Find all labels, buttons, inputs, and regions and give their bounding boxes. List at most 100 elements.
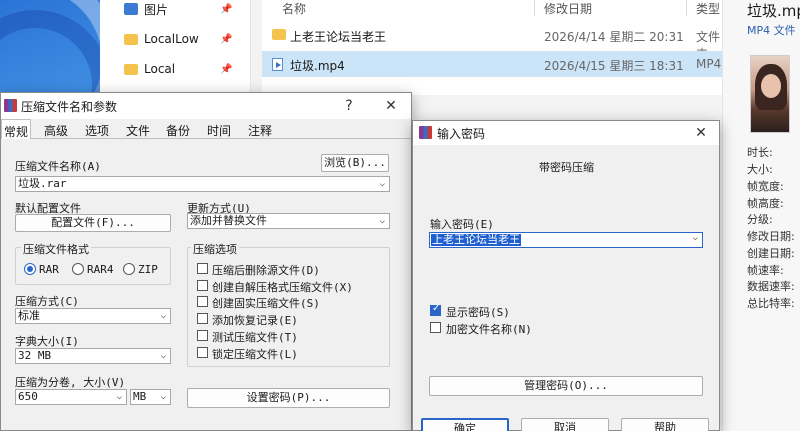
option-label: 创建自解压格式压缩文件(X): [212, 281, 353, 294]
folder-icon: [124, 33, 138, 45]
folder-icon: [272, 29, 286, 40]
option-lock-checkbox[interactable]: [197, 347, 208, 358]
close-button[interactable]: ✕: [379, 95, 403, 117]
tab-files[interactable]: 文件: [126, 119, 150, 139]
option-test-checkbox[interactable]: [197, 330, 208, 341]
help-button[interactable]: 帮助: [621, 418, 709, 431]
file-name: 上老王论坛当老王: [290, 30, 387, 44]
prop-label: 总比特率:: [747, 297, 795, 310]
profile-button[interactable]: 配置文件(F)...: [15, 214, 171, 232]
show-password-checkbox[interactable]: [430, 303, 441, 316]
close-button[interactable]: ✕: [689, 122, 713, 144]
column-separator: [686, 0, 687, 16]
archive-name-value: 垃圾.rar: [18, 177, 67, 190]
nav-item-local[interactable]: Local 📌: [124, 58, 232, 80]
explorer-nav-pane: 图片 📌 LocalLow 📌 Local 📌: [100, 0, 250, 95]
ok-button[interactable]: 确定: [421, 418, 509, 431]
tab-comment[interactable]: 注释: [248, 119, 272, 139]
show-password-label: 显示密码(S): [446, 306, 510, 319]
format-zip-radio[interactable]: [123, 263, 135, 275]
tab-time[interactable]: 时间: [207, 119, 231, 139]
option-recovery-checkbox[interactable]: [197, 313, 208, 324]
archive-dialog-titlebar: 压缩文件名和参数 ? ✕: [1, 93, 411, 119]
dict-size-select[interactable]: 32 MB ⌵: [15, 348, 171, 364]
nav-item-pictures[interactable]: 图片 📌: [124, 0, 232, 20]
prop-label: 创建日期:: [747, 247, 795, 260]
nav-item-label: Local: [144, 62, 176, 76]
file-list: 名称 修改日期 类型 上老王论坛当老王 2026/4/14 星期二 20:31 …: [262, 0, 722, 95]
details-subtitle: MP4 文件: [747, 24, 796, 37]
password-dialog-title: 输入密码: [437, 127, 486, 141]
prop-label: 分级:: [747, 213, 773, 226]
help-button[interactable]: ?: [337, 95, 361, 117]
file-date: 2026/4/14 星期二 20:31: [544, 30, 684, 44]
archive-name-label: 压缩文件名称(A): [15, 160, 101, 173]
tab-general[interactable]: 常规: [1, 119, 31, 139]
cancel-button[interactable]: 取消: [521, 418, 609, 431]
method-label: 压缩方式(C): [15, 295, 79, 308]
split-unit-select[interactable]: MB ⌵: [130, 389, 171, 405]
password-dialog: 输入密码 ✕ 带密码压缩 输入密码(E) 上老王论坛当老王 ⌵ 显示密码(S) …: [412, 120, 720, 431]
prop-label: 数据速率:: [747, 280, 795, 293]
option-label: 测试压缩文件(T): [212, 331, 298, 344]
method-value: 标准: [18, 309, 40, 322]
file-type: MP4: [696, 57, 722, 71]
folder-icon: [124, 63, 138, 75]
tab-backup[interactable]: 备份: [166, 119, 190, 139]
file-name: 垃圾.mp4: [290, 59, 345, 73]
method-select[interactable]: 标准 ⌵: [15, 308, 171, 324]
chevron-down-icon: ⌵: [692, 233, 698, 243]
video-thumbnail: [750, 55, 790, 133]
chevron-down-icon: ⌵: [160, 351, 166, 361]
encrypt-names-checkbox[interactable]: [430, 322, 441, 333]
column-header-name[interactable]: 名称: [282, 0, 306, 16]
pictures-icon: [124, 3, 138, 15]
set-password-button[interactable]: 设置密码(P)...: [187, 388, 390, 408]
pane-divider: [250, 0, 251, 95]
manage-passwords-button[interactable]: 管理密码(O)...: [429, 376, 703, 396]
split-size-input[interactable]: 650 ⌵: [15, 389, 127, 405]
column-header-date[interactable]: 修改日期: [544, 0, 592, 16]
format-group-label: 压缩文件格式: [21, 241, 91, 257]
prop-label: 帧宽度:: [747, 180, 784, 193]
password-dialog-titlebar: 输入密码 ✕: [413, 121, 719, 145]
option-label: 锁定压缩文件(L): [212, 348, 298, 361]
nav-item-label: LocalLow: [144, 32, 199, 46]
archive-dialog-title: 压缩文件名和参数: [21, 100, 118, 114]
password-heading: 带密码压缩: [539, 161, 594, 174]
browse-button[interactable]: 浏览(B)...: [321, 154, 389, 172]
prop-label: 帧高度:: [747, 197, 784, 210]
split-unit-value: MB: [133, 390, 147, 403]
prop-label: 帧速率:: [747, 264, 784, 277]
update-mode-select[interactable]: 添加并替换文件 ⌵: [187, 213, 390, 229]
option-label: 压缩后删除源文件(D): [212, 264, 320, 277]
format-rar-radio[interactable]: [24, 263, 36, 275]
dict-size-label: 字典大小(I): [15, 335, 79, 348]
option-sfx-checkbox[interactable]: [197, 280, 208, 291]
chevron-down-icon: ⌵: [116, 392, 122, 402]
archive-name-dialog: 压缩文件名和参数 ? ✕ 常规 高级 选项 文件 备份 时间 注释 压缩文件名称…: [0, 92, 412, 431]
encrypt-names-label: 加密文件名称(N): [446, 323, 532, 336]
option-label: 创建固实压缩文件(S): [212, 297, 320, 310]
file-row-mp4[interactable]: 垃圾.mp4 2026/4/15 星期三 18:31 MP4: [262, 51, 722, 77]
enter-password-label: 输入密码(E): [430, 218, 494, 231]
format-zip-label: ZIP: [138, 263, 158, 276]
option-delete-source-checkbox[interactable]: [197, 263, 208, 274]
column-separator: [534, 0, 535, 16]
format-rar4-radio[interactable]: [72, 263, 84, 275]
tab-options[interactable]: 选项: [85, 119, 109, 139]
option-solid-checkbox[interactable]: [197, 296, 208, 307]
pin-icon: 📌: [220, 33, 233, 45]
column-header-type[interactable]: 类型: [696, 0, 720, 16]
prop-label: 时长:: [747, 146, 773, 159]
tab-advanced[interactable]: 高级: [44, 119, 68, 139]
nav-item-locallow[interactable]: LocalLow 📌: [124, 28, 232, 50]
video-file-icon: [272, 58, 283, 71]
details-pane: 垃圾.mp4 MP4 文件 时长: 大小: 帧宽度: 帧高度: 分级: 修改日期…: [722, 0, 800, 431]
split-size-value: 650: [18, 390, 38, 403]
options-group-label: 压缩选项: [191, 241, 239, 257]
archive-name-input[interactable]: 垃圾.rar ⌵: [15, 176, 390, 192]
details-title: 垃圾.mp4: [747, 2, 800, 20]
password-input[interactable]: 上老王论坛当老王 ⌵: [429, 232, 703, 248]
file-row-folder[interactable]: 上老王论坛当老王 2026/4/14 星期二 20:31 文件夹: [262, 22, 722, 61]
